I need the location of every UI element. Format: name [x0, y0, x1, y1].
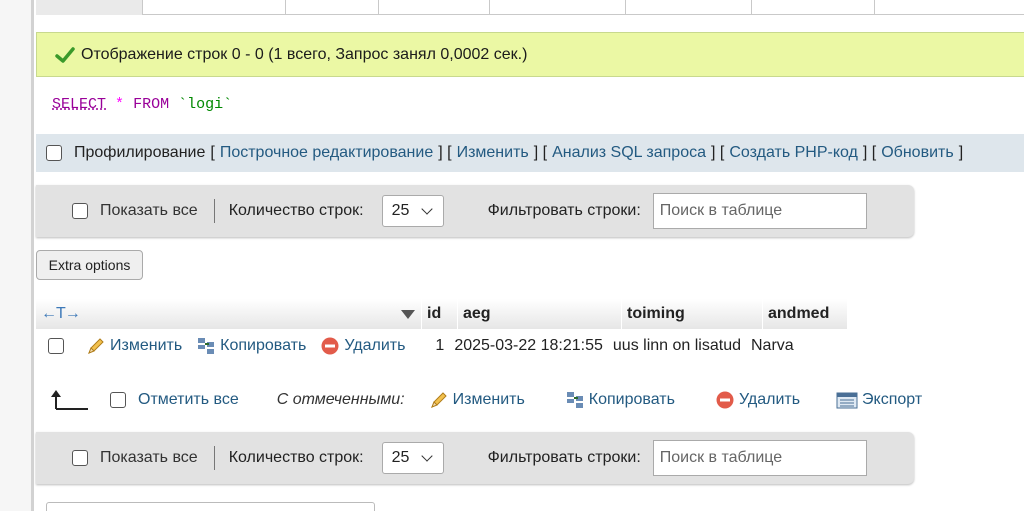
cell-id: 1: [435, 337, 445, 354]
rows-count-value: 25: [391, 202, 410, 219]
copy-icon: [198, 338, 215, 354]
bracket: ]: [958, 144, 964, 161]
filter-search-input[interactable]: Поиск в таблице: [652, 440, 867, 476]
cell-andmed: Narva: [751, 337, 794, 354]
tab[interactable]: [751, 0, 874, 15]
tab[interactable]: [489, 0, 625, 15]
operations-header: ←T→: [36, 299, 422, 329]
rows-count-label: Количество строк:: [228, 449, 364, 466]
sql-star: *: [115, 96, 125, 113]
row-copy-label: Копировать: [220, 337, 307, 354]
tab[interactable]: [285, 0, 378, 15]
bulk-delete-button[interactable]: Удалить: [715, 390, 800, 410]
show-all-label: Показать все: [100, 202, 198, 219]
rows-count-label: Количество строк:: [228, 202, 364, 219]
row-copy-button[interactable]: Копировать: [196, 336, 306, 356]
row-delete-button[interactable]: Удалить: [320, 336, 405, 356]
row-checkbox[interactable]: [48, 338, 64, 354]
arrow-up-left-icon: [51, 390, 88, 410]
column-header-aeg[interactable]: aeg: [458, 299, 622, 329]
with-selected-label: С отмеченными:: [276, 391, 405, 408]
tab[interactable]: [625, 0, 751, 15]
bulk-export-label: Экспорт: [862, 391, 923, 408]
left-panel-edge: [0, 0, 34, 511]
success-text: Отображение строк 0 - 0 (1 всего, Запрос…: [81, 45, 528, 63]
column-header-andmed[interactable]: andmed: [763, 299, 848, 329]
sql-table-name: `logi`: [178, 96, 233, 113]
check-all-checkbox[interactable]: [110, 392, 126, 408]
extra-options-button[interactable]: Extra options: [36, 250, 143, 280]
rows-count-select[interactable]: 25: [381, 195, 444, 227]
inline-edit-link[interactable]: Построчное редактирование: [220, 144, 433, 162]
bracket: [: [210, 144, 215, 161]
filter-label: Фильтровать строки:: [487, 449, 641, 466]
show-all-checkbox[interactable]: [72, 450, 88, 466]
success-message: Отображение строк 0 - 0 (1 всего, Запрос…: [36, 32, 1024, 77]
filter-label: Фильтровать строки:: [487, 202, 641, 219]
row-edit-label: Изменить: [110, 337, 183, 354]
check-icon: [55, 46, 75, 63]
bulk-copy-button[interactable]: Копировать: [565, 390, 675, 410]
tab[interactable]: [378, 0, 489, 15]
copy-icon: [566, 392, 583, 408]
bulk-edit-button[interactable]: Изменить: [429, 390, 525, 410]
bulk-export-button[interactable]: Экспорт: [836, 390, 922, 410]
filter-search-input[interactable]: Поиск в таблице: [652, 193, 867, 229]
profiling-label: Профилирование: [74, 144, 206, 161]
row-delete-label: Удалить: [344, 337, 406, 354]
check-all-link[interactable]: Отметить все: [138, 391, 239, 409]
edit-query-link[interactable]: Изменить: [457, 144, 529, 162]
delete-icon: [716, 391, 734, 409]
separator: [213, 446, 215, 470]
sql-from-keyword: FROM: [133, 96, 170, 113]
show-all-label: Показать все: [100, 449, 198, 466]
cell-toiming: uus linn on lisatud: [612, 337, 741, 354]
bulk-edit-label: Изменить: [452, 391, 525, 408]
chevron-down-icon: [421, 450, 434, 462]
refresh-link[interactable]: Обновить: [881, 144, 953, 162]
tab[interactable]: [874, 0, 1024, 15]
create-php-link[interactable]: Создать PHP-код: [729, 144, 858, 162]
rows-count-select[interactable]: 25: [381, 442, 444, 474]
export-icon: [836, 392, 858, 409]
bulk-delete-label: Удалить: [738, 391, 801, 408]
chevron-down-icon: [421, 203, 434, 215]
column-header-id[interactable]: id: [422, 299, 458, 329]
cell-aeg: 2025-03-22 18:21:55: [454, 337, 603, 354]
profiling-bar: Профилирование [ Построчное редактирован…: [36, 134, 1024, 172]
navigation-bar-top: Показать все Количество строк: 25 Фильтр…: [36, 185, 914, 237]
sql-select-keyword[interactable]: SELECT: [52, 96, 106, 113]
delete-icon: [321, 337, 339, 355]
row-edit-button[interactable]: Изменить: [86, 336, 182, 356]
show-all-checkbox[interactable]: [72, 203, 88, 219]
explain-sql-link[interactable]: Анализ SQL запроса: [552, 144, 706, 162]
table-row: Изменить Копировать Удалить 1 2025-03-22…: [36, 331, 794, 361]
navigation-bar-bottom: Показать все Количество строк: 25 Фильтр…: [36, 432, 914, 484]
top-tab-bar: [36, 0, 1024, 15]
sort-dropdown-icon[interactable]: [401, 309, 415, 319]
bracket: ] [: [533, 144, 548, 161]
bracket: ] [: [711, 144, 725, 161]
column-width-arrows-icon[interactable]: ←T→: [41, 305, 81, 323]
query-results-operations-box: [46, 502, 375, 511]
sql-query: SELECT * FROM `logi`: [36, 77, 1024, 134]
bulk-copy-label: Копировать: [588, 391, 675, 408]
rows-count-value: 25: [391, 449, 410, 466]
separator: [213, 199, 215, 223]
profiling-checkbox[interactable]: [46, 145, 62, 161]
search-placeholder: Поиск в таблице: [659, 202, 783, 219]
bracket: ] [: [862, 144, 877, 161]
bulk-actions-bar: Отметить все С отмеченными: Изменить Коп…: [36, 385, 936, 415]
pencil-icon: [430, 392, 447, 408]
search-placeholder: Поиск в таблице: [659, 449, 783, 466]
column-header-toiming[interactable]: toiming: [622, 299, 763, 329]
tab-active[interactable]: [36, 0, 142, 15]
table-header: ←T→ id aeg toiming andmed: [36, 299, 848, 329]
pencil-icon: [88, 338, 104, 354]
bracket: ] [: [438, 144, 452, 161]
tab[interactable]: [142, 0, 285, 15]
